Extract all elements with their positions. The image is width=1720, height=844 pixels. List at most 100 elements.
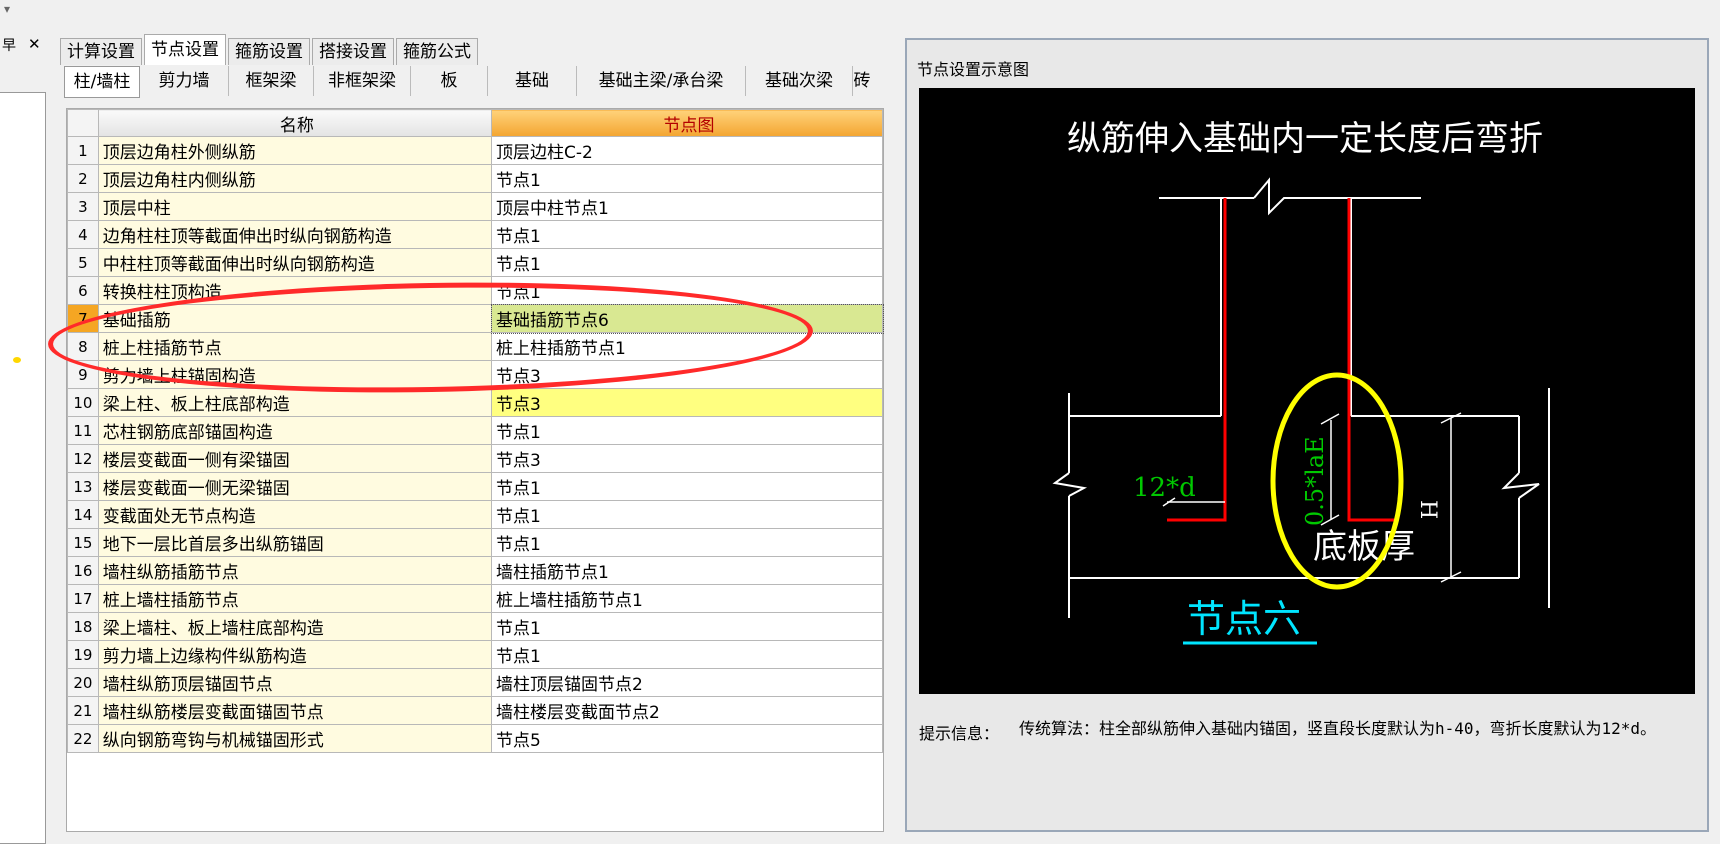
column-outline	[1159, 177, 1421, 416]
name-cell: 芯柱钢筋底部锚固构造	[97, 416, 493, 445]
node-cell[interactable]: 节点1	[491, 248, 883, 277]
close-icon[interactable]: ✕	[28, 35, 41, 53]
table-row[interactable]: 22 纵向钢筋弯钩与机械锚固形式 节点5	[67, 724, 883, 753]
diagram-panel-title: 节点设置示意图	[917, 60, 1030, 79]
node-cell[interactable]: 节点3	[491, 444, 883, 473]
top-toolbar: ▾	[0, 0, 1720, 26]
rebar-lines	[1167, 198, 1397, 522]
table-row[interactable]: 14 变截面处无节点构造 节点1	[67, 500, 883, 529]
row-number-cell: 13	[67, 472, 99, 501]
table-row[interactable]: 13 楼层变截面一侧无梁锚固 节点1	[67, 472, 883, 501]
name-cell: 楼层变截面一侧无梁锚固	[97, 472, 493, 501]
node-cell[interactable]: 节点5	[491, 724, 883, 753]
node-cell[interactable]: 节点1	[491, 416, 883, 445]
table-row[interactable]: 2 顶层边角柱内侧纵筋 节点1	[67, 164, 883, 193]
node-cell[interactable]: 顶层边柱C-2	[491, 136, 883, 165]
subtab-frame-beam[interactable]: 框架梁	[229, 66, 314, 96]
name-cell: 顶层边角柱内侧纵筋	[97, 164, 493, 193]
table-row[interactable]: 11 芯柱钢筋底部锚固构造 节点1	[67, 416, 883, 445]
dropdown-arrow-icon[interactable]: ▾	[4, 2, 10, 16]
table-row[interactable]: 18 梁上墙柱、板上墙柱底部构造 节点1	[67, 612, 883, 641]
node-settings-table: 名称 节点图 1 顶层边角柱外侧纵筋 顶层边柱C-2 2 顶层边角柱内侧纵筋 节点1 3 顶层…	[67, 109, 884, 753]
subtab-slab[interactable]: 板	[411, 66, 488, 96]
table-row[interactable]: 12 楼层变截面一侧有梁锚固 节点3	[67, 444, 883, 473]
node-cell[interactable]: 节点1	[491, 612, 883, 641]
diagram-heading: 纵筋伸入基础内一定长度后弯折	[1067, 119, 1543, 159]
node-cell[interactable]: 顶层中柱节点1	[491, 192, 883, 221]
subtab-shear-wall[interactable]: 剪力墙	[140, 66, 229, 96]
node-diagram-canvas: 纵筋伸入基础内一定长度后弯折 12*d 0.5*laE H 底板厚 节点六	[919, 88, 1695, 694]
hook-length-label: 12*d	[1133, 473, 1196, 503]
name-column-header[interactable]: 名称	[97, 109, 493, 137]
subtab-foundation[interactable]: 基础	[488, 66, 577, 96]
row-number-cell: 2	[67, 164, 99, 193]
node-cell[interactable]: 节点1	[491, 472, 883, 501]
node-cell[interactable]: 节点1	[491, 500, 883, 529]
name-cell: 墙柱纵筋楼层变截面锚固节点	[97, 696, 493, 725]
row-number-cell: 22	[67, 724, 99, 753]
node-column-header[interactable]: 节点图	[491, 109, 883, 137]
row-number-cell: 6	[67, 276, 99, 305]
tab-lap-settings[interactable]: 搭接设置	[312, 38, 394, 65]
row-number-cell: 1	[67, 136, 99, 165]
node-cell[interactable]: 墙柱楼层变截面节点2	[491, 696, 883, 725]
name-cell: 变截面处无节点构造	[97, 500, 493, 529]
subtab-foundation-secondary-beam[interactable]: 基础次梁	[746, 66, 853, 96]
left-panel-header: 早 ✕	[0, 34, 48, 56]
table-row[interactable]: 17 桩上墙柱插筋节点 桩上墙柱插筋节点1	[67, 584, 883, 613]
name-cell: 中柱柱顶等截面伸出时纵向钢筋构造	[97, 248, 493, 277]
tab-node-settings[interactable]: 节点设置	[144, 34, 226, 65]
node-cell[interactable]: 节点3	[491, 388, 883, 417]
subtab-non-frame-beam[interactable]: 非框架梁	[314, 66, 411, 96]
row-number-cell: 15	[67, 528, 99, 557]
node-cell[interactable]: 节点1	[491, 220, 883, 249]
pin-icon[interactable]: 早	[2, 35, 16, 55]
subtab-foundation-main-beam[interactable]: 基础主梁/承台梁	[577, 66, 746, 96]
node-cell[interactable]: 墙柱顶层锚固节点2	[491, 668, 883, 697]
name-cell: 顶层中柱	[97, 192, 493, 221]
node-cell[interactable]: 墙柱插筋节点1	[491, 556, 883, 585]
node-cell[interactable]: 桩上墙柱插筋节点1	[491, 584, 883, 613]
name-cell: 纵向钢筋弯钩与机械锚固形式	[97, 724, 493, 753]
marker-dot-icon	[13, 357, 21, 363]
node-diagram-panel: 节点设置示意图 纵筋伸入基础内一定长度后弯折 12*d 0.5*laE H 底板…	[905, 38, 1709, 832]
row-number-cell: 3	[67, 192, 99, 221]
table-header-row: 名称 节点图	[67, 109, 883, 137]
name-cell: 剪力墙上边缘构件纵筋构造	[97, 640, 493, 669]
row-number-cell: 14	[67, 500, 99, 529]
row-number-cell: 19	[67, 640, 99, 669]
slab-thickness-label: 底板厚	[1313, 527, 1415, 567]
name-cell: 梁上墙柱、板上墙柱底部构造	[97, 612, 493, 641]
hint-text: 传统算法：柱全部纵筋伸入基础内锚固，竖直段长度默认为h-40，弯折长度默认为12…	[1019, 719, 1657, 738]
tab-stirrup-settings[interactable]: 箍筋设置	[228, 38, 310, 65]
node-cell[interactable]: 节点1	[491, 164, 883, 193]
name-cell: 墙柱纵筋插筋节点	[97, 556, 493, 585]
name-cell: 桩上墙柱插筋节点	[97, 584, 493, 613]
height-label: H	[1415, 500, 1440, 519]
table-row[interactable]: 4 边角柱柱顶等截面伸出时纵向钢筋构造 节点1	[67, 220, 883, 249]
tab-calc-settings[interactable]: 计算设置	[60, 38, 142, 65]
table-row[interactable]: 5 中柱柱顶等截面伸出时纵向钢筋构造 节点1	[67, 248, 883, 277]
node-cell[interactable]: 节点1	[491, 640, 883, 669]
table-row[interactable]: 19 剪力墙上边缘构件纵筋构造 节点1	[67, 640, 883, 669]
left-dock-panel: 早 ✕	[0, 34, 48, 844]
row-number-header	[67, 109, 99, 137]
row-number-cell: 18	[67, 612, 99, 641]
table-row[interactable]: 10 梁上柱、板上柱底部构造 节点3	[67, 388, 883, 417]
table-row[interactable]: 3 顶层中柱 顶层中柱节点1	[67, 192, 883, 221]
row-number-cell: 17	[67, 584, 99, 613]
table-row[interactable]: 1 顶层边角柱外侧纵筋 顶层边柱C-2	[67, 136, 883, 165]
name-cell: 楼层变截面一侧有梁锚固	[97, 444, 493, 473]
row-number-cell: 5	[67, 248, 99, 277]
table-row[interactable]: 20 墙柱纵筋顶层锚固节点 墙柱顶层锚固节点2	[67, 668, 883, 697]
name-cell: 梁上柱、板上柱底部构造	[97, 388, 493, 417]
table-row[interactable]: 15 地下一层比首层多出纵筋锚固 节点1	[67, 528, 883, 557]
table-row[interactable]: 21 墙柱纵筋楼层变截面锚固节点 墙柱楼层变截面节点2	[67, 696, 883, 725]
table-row[interactable]: 16 墙柱纵筋插筋节点 墙柱插筋节点1	[67, 556, 883, 585]
main-tab-bar: 计算设置 节点设置 箍筋设置 搭接设置 箍筋公式	[60, 34, 480, 65]
subtab-masonry[interactable]: 砖	[853, 66, 871, 96]
node-cell[interactable]: 节点1	[491, 528, 883, 557]
name-cell: 顶层边角柱外侧纵筋	[97, 136, 493, 165]
subtab-column[interactable]: 柱/墙柱	[64, 66, 140, 98]
tab-stirrup-formula[interactable]: 箍筋公式	[396, 38, 478, 65]
